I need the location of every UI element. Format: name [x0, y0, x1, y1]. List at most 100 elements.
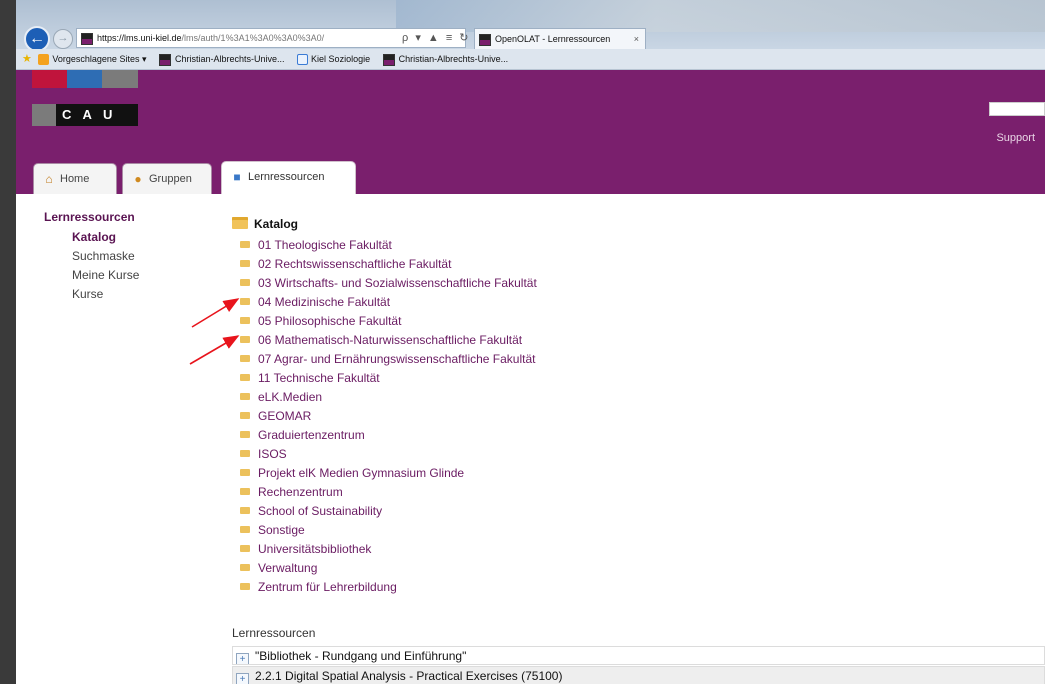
resource-row[interactable]: +2.2.1 Digital Spatial Analysis - Practi… — [232, 666, 1045, 684]
catalog-item[interactable]: 02 Rechtswissenschaftliche Fakultät — [240, 255, 1045, 274]
group-icon: ● — [134, 172, 142, 187]
folder-icon — [240, 583, 250, 590]
catalog-item[interactable]: Rechenzentrum — [240, 483, 1045, 502]
favorite-vorgeschlagene-sites[interactable]: Vorgeschlagene Sites ▾ — [38, 54, 147, 66]
catalog-item[interactable]: Projekt elK Medien Gymnasium Glinde — [240, 464, 1045, 483]
favorite-cau-2[interactable]: Christian-Albrechts-Unive... — [382, 53, 509, 66]
resource-title: "Bibliothek - Rundgang und Einführung" — [255, 649, 467, 663]
catalog-item[interactable]: 07 Agrar- und Ernährungswissenschaftlich… — [240, 350, 1045, 369]
folder-icon — [240, 469, 250, 476]
main-tabs: ⌂ Home ● Gruppen ■ Lernressourcen — [16, 152, 1045, 194]
catalog-item[interactable]: ISOS — [240, 445, 1045, 464]
catalog-item[interactable]: eLK.Medien — [240, 388, 1045, 407]
browser-window: ← → https://lms.uni-kiel.de/lms/auth/1%3… — [16, 0, 1045, 684]
browser-toolbar: ← → https://lms.uni-kiel.de/lms/auth/1%3… — [16, 0, 1045, 52]
folder-icon — [240, 488, 250, 495]
catalog-item[interactable]: Zentrum für Lehrerbildung — [240, 578, 1045, 597]
sidebar-heading[interactable]: Lernressourcen — [44, 210, 204, 224]
catalog-item-label: Sonstige — [258, 523, 305, 537]
book-icon: ■ — [233, 170, 241, 185]
tab-favicon-icon — [479, 33, 491, 46]
support-link[interactable]: Support — [996, 132, 1035, 144]
folder-icon — [240, 241, 250, 248]
catalog-title-text: Katalog — [254, 217, 299, 231]
home-icon: ⌂ — [45, 172, 53, 187]
catalog-item[interactable]: 05 Philosophische Fakultät — [240, 312, 1045, 331]
catalog-item-label: 02 Rechtswissenschaftliche Fakultät — [258, 257, 452, 271]
catalog-title: Katalog — [232, 214, 1045, 234]
folder-icon — [240, 355, 250, 362]
cau-logo[interactable]: C A U — [32, 70, 138, 126]
header-search-input[interactable] — [989, 102, 1045, 116]
catalog-item-label: GEOMAR — [258, 409, 312, 423]
catalog-item[interactable]: School of Sustainability — [240, 502, 1045, 521]
sidebar-item-meine-kurse[interactable]: Meine Kurse — [44, 266, 204, 285]
catalog-item-label: 11 Technische Fakultät — [258, 371, 380, 385]
cau-favicon-icon — [382, 53, 395, 66]
catalog-item[interactable]: 11 Technische Fakultät — [240, 369, 1045, 388]
catalog-item-label: Universitätsbibliothek — [258, 542, 372, 556]
sidebar-item-katalog[interactable]: Katalog — [44, 228, 204, 247]
tab-lernressourcen[interactable]: ■ Lernressourcen — [221, 161, 356, 194]
catalog-item[interactable]: Sonstige — [240, 521, 1045, 540]
catalog-item[interactable]: 06 Mathematisch-Naturwissenschaftliche F… — [240, 331, 1045, 350]
catalog-item-label: 04 Medizinische Fakultät — [258, 295, 391, 309]
logo-blue-block — [67, 70, 102, 88]
tab-home[interactable]: ⌂ Home — [33, 163, 117, 194]
catalog-item[interactable]: 04 Medizinische Fakultät — [240, 293, 1045, 312]
browser-tab-title: OpenOLAT - Lernressourcen — [495, 34, 611, 44]
close-tab-icon[interactable]: × — [634, 29, 639, 49]
favorite-kiel-soziologie[interactable]: Kiel Soziologie — [297, 54, 371, 66]
resource-row[interactable]: + "Bibliothek - Rundgang und Einführung" — [232, 646, 1045, 665]
catalog-item[interactable]: GEOMAR — [240, 407, 1045, 426]
favorite-cau-1[interactable]: Christian-Albrechts-Unive... — [158, 53, 285, 66]
catalog-item-label: 06 Mathematisch-Naturwissenschaftliche F… — [258, 333, 523, 347]
folder-icon — [240, 526, 250, 533]
folder-icon — [240, 431, 250, 438]
favorite-label: Christian-Albrechts-Unive... — [174, 54, 285, 64]
logo-red-block — [32, 70, 67, 88]
logo-grey-block — [102, 70, 138, 88]
catalog-list: 01 Theologische Fakultät 02 Rechtswissens… — [240, 236, 1045, 597]
catalog-item-label: ISOS — [258, 447, 287, 461]
catalog-item-label: 05 Philosophische Fakultät — [258, 314, 402, 328]
address-path: /lms/auth/1%3A1%3A0%3A0%3A0/ — [181, 33, 325, 43]
catalog-item[interactable]: Universitätsbibliothek — [240, 540, 1045, 559]
catalog-item-label: School of Sustainability — [258, 504, 383, 518]
folder-icon — [240, 450, 250, 457]
logo-grey-cell — [32, 104, 56, 126]
catalog-item-label: Rechenzentrum — [258, 485, 343, 499]
favorites-star-icon[interactable]: ★ — [22, 53, 32, 65]
catalog-item[interactable]: Graduiertenzentrum — [240, 426, 1045, 445]
catalog-item-label: Graduiertenzentrum — [258, 428, 365, 442]
catalog-panel: Katalog 01 Theologische Fakultät 02 Recht… — [232, 214, 1045, 684]
favorite-label: Vorgeschlagene Sites ▾ — [52, 54, 147, 64]
sidebar-item-kurse[interactable]: Kurse — [44, 285, 204, 304]
folder-icon — [240, 393, 250, 400]
folder-icon — [232, 217, 248, 229]
address-tools[interactable]: ρ ▾ ▲ ≡ ↻ — [402, 28, 471, 48]
expand-icon[interactable]: + — [236, 653, 249, 664]
catalog-item-label: eLK.Medien — [258, 390, 323, 404]
catalog-item-label: Zentrum für Lehrerbildung — [258, 580, 397, 594]
folder-icon — [240, 317, 250, 324]
tab-label: Lernressourcen — [248, 171, 325, 183]
expand-icon[interactable]: + — [236, 673, 249, 684]
tab-label: Gruppen — [149, 173, 192, 185]
tab-gruppen[interactable]: ● Gruppen — [122, 163, 212, 194]
catalog-item-label: Projekt elK Medien Gymnasium Glinde — [258, 466, 465, 480]
sidebar: Lernressourcen Katalog Suchmaske Meine K… — [44, 210, 204, 304]
favorite-label: Christian-Albrechts-Unive... — [398, 54, 509, 64]
catalog-item[interactable]: 01 Theologische Fakultät — [240, 236, 1045, 255]
browser-tab[interactable]: OpenOLAT - Lernressourcen × — [474, 28, 646, 49]
catalog-item[interactable]: 03 Wirtschafts- und Sozialwissenschaftli… — [240, 274, 1045, 293]
site-favicon-icon — [81, 32, 93, 45]
folder-icon — [240, 545, 250, 552]
catalog-item[interactable]: Verwaltung — [240, 559, 1045, 578]
sidebar-item-suchmaske[interactable]: Suchmaske — [44, 247, 204, 266]
folder-icon — [240, 412, 250, 419]
desktop-edge — [0, 0, 16, 684]
catalog-item-label: 07 Agrar- und Ernährungswissenschaftlich… — [258, 352, 536, 366]
forward-button[interactable]: → — [53, 29, 73, 49]
favorite-label: Kiel Soziologie — [311, 54, 371, 64]
